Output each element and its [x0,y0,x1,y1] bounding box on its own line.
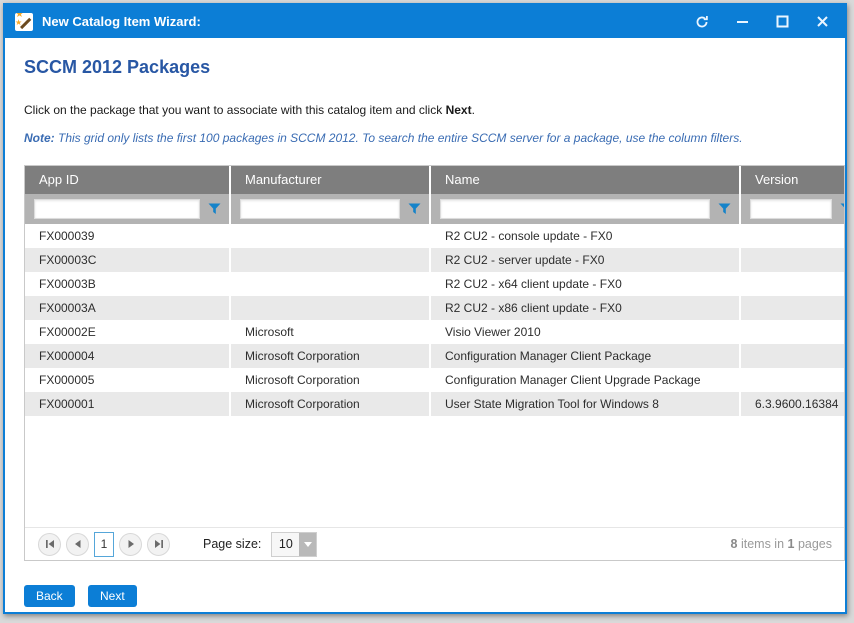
table-row[interactable]: FX000005 Microsoft Corporation Configura… [25,368,844,392]
next-button[interactable]: Next [88,585,137,607]
filter-funnel-icon[interactable] [208,203,221,215]
grid-header-row: App ID Manufacturer Name Version [25,166,844,194]
pager-summary: 8 items in 1 pages [731,537,832,551]
page-size-select[interactable]: 10 [271,532,317,557]
table-row[interactable]: FX00003C R2 CU2 - server update - FX0 [25,248,844,272]
current-page[interactable]: 1 [94,532,114,557]
cell-version [741,272,845,296]
cell-name: User State Migration Tool for Windows 8 [431,392,739,416]
cell-app-id: FX00003B [25,272,229,296]
maximize-button[interactable] [775,15,789,29]
refresh-icon[interactable] [695,15,709,29]
filter-cell-version [741,194,845,224]
column-header-name[interactable]: Name [431,166,739,194]
window-controls [695,15,829,29]
cell-name: Configuration Manager Client Package [431,344,739,368]
cell-app-id: FX000001 [25,392,229,416]
titlebar: ★ ★ New Catalog Item Wizard: [5,5,845,38]
grid-empty-area [25,416,844,527]
cell-manufacturer [231,224,429,248]
cell-version [741,320,845,344]
cell-manufacturer: Microsoft Corporation [231,344,429,368]
instruction-text: Click on the package that you want to as… [24,103,475,117]
page-size-label: Page size: [203,537,261,551]
table-row[interactable]: FX000004 Microsoft Corporation Configura… [25,344,844,368]
instruction-next-word: Next [446,103,472,117]
column-header-version[interactable]: Version [741,166,845,194]
cell-name: R2 CU2 - console update - FX0 [431,224,739,248]
cell-version [741,296,845,320]
back-button[interactable]: Back [24,585,75,607]
cell-version [741,344,845,368]
page-title: SCCM 2012 Packages [24,57,210,78]
instruction-suffix: . [472,103,475,117]
cell-app-id: FX000005 [25,368,229,392]
filter-input-version[interactable] [750,199,832,219]
wizard-icon: ★ ★ [15,13,33,31]
cell-name: Visio Viewer 2010 [431,320,739,344]
note-text: Note: This grid only lists the first 100… [24,131,834,145]
note-label: Note: [24,131,55,145]
window-title: New Catalog Item Wizard: [42,14,201,29]
cell-manufacturer: Microsoft Corporation [231,392,429,416]
grid-pager: 1 Page size: 10 8 items in 1 pages [25,527,844,560]
packages-grid: App ID Manufacturer Name Version [24,165,845,561]
filter-input-name[interactable] [440,199,710,219]
close-button[interactable] [815,15,829,29]
chevron-down-icon[interactable] [299,533,316,556]
filter-input-manufacturer[interactable] [240,199,400,219]
table-row[interactable]: FX000001 Microsoft Corporation User Stat… [25,392,844,416]
note-body: This grid only lists the first 100 packa… [55,131,743,145]
column-header-app-id[interactable]: App ID [25,166,229,194]
instruction-prefix: Click on the package that you want to as… [24,103,446,117]
prev-page-button[interactable] [66,533,89,556]
cell-manufacturer [231,272,429,296]
cell-version: 6.3.9600.16384 [741,392,845,416]
table-row[interactable]: FX00002E Microsoft Visio Viewer 2010 [25,320,844,344]
filter-funnel-icon[interactable] [408,203,421,215]
filter-funnel-icon[interactable] [840,203,845,215]
cell-name: Configuration Manager Client Upgrade Pac… [431,368,739,392]
grid-filter-row [25,194,844,224]
cell-app-id: FX000039 [25,224,229,248]
cell-name: R2 CU2 - server update - FX0 [431,248,739,272]
column-header-manufacturer[interactable]: Manufacturer [231,166,429,194]
cell-manufacturer [231,296,429,320]
summary-pages-text: pages [794,537,832,551]
last-page-button[interactable] [147,533,170,556]
filter-cell-manufacturer [231,194,429,224]
filter-cell-app-id [25,194,229,224]
cell-app-id: FX00003A [25,296,229,320]
cell-name: R2 CU2 - x86 client update - FX0 [431,296,739,320]
cell-manufacturer [231,248,429,272]
next-page-button[interactable] [119,533,142,556]
filter-input-app-id[interactable] [34,199,200,219]
cell-version [741,224,845,248]
cell-app-id: FX00002E [25,320,229,344]
table-row[interactable]: FX00003A R2 CU2 - x86 client update - FX… [25,296,844,320]
table-row[interactable]: FX000039 R2 CU2 - console update - FX0 [25,224,844,248]
summary-items-count: 8 [731,537,738,551]
cell-version [741,248,845,272]
cell-app-id: FX000004 [25,344,229,368]
cell-app-id: FX00003C [25,248,229,272]
table-row[interactable]: FX00003B R2 CU2 - x64 client update - FX… [25,272,844,296]
cell-version [741,368,845,392]
page-size-value: 10 [272,533,299,556]
summary-items-text: items in [738,537,788,551]
filter-cell-name [431,194,739,224]
cell-name: R2 CU2 - x64 client update - FX0 [431,272,739,296]
minimize-button[interactable] [735,15,749,29]
cell-manufacturer: Microsoft Corporation [231,368,429,392]
wizard-dialog: ★ ★ New Catalog Item Wizard: SCCM 20 [3,3,847,614]
cell-manufacturer: Microsoft [231,320,429,344]
first-page-button[interactable] [38,533,61,556]
filter-funnel-icon[interactable] [718,203,731,215]
